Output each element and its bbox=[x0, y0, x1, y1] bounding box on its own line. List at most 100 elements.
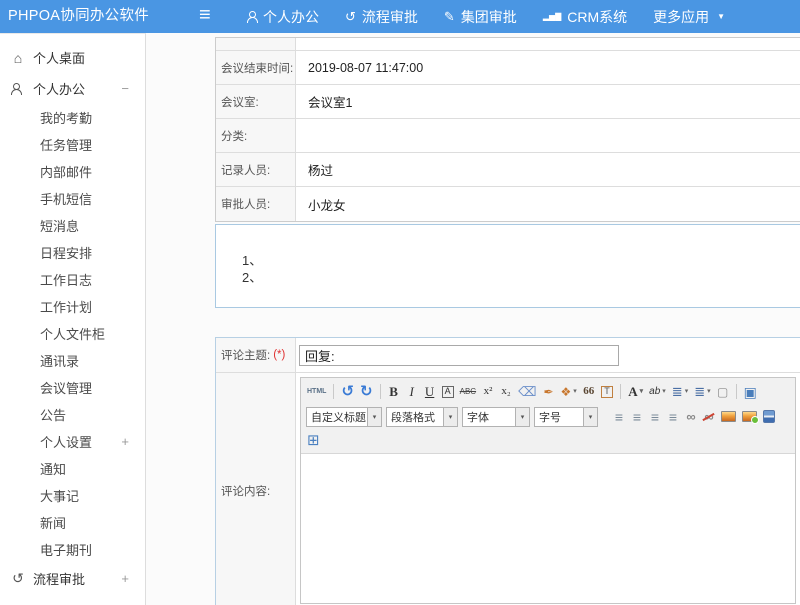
dropdown-caret-icon: ▾ bbox=[367, 408, 381, 426]
editor-undo-button[interactable]: ↺ bbox=[339, 382, 356, 402]
select-value: 字号 bbox=[535, 409, 583, 425]
required-mark: (*) bbox=[273, 349, 285, 361]
form-row: 会议室:会议室1 bbox=[216, 85, 800, 119]
editor-source-code-button[interactable]: HTML bbox=[305, 382, 328, 402]
editor-highlight-pen-button[interactable]: ab▾ bbox=[647, 382, 668, 402]
editor-font-family-select[interactable]: 字体▾ bbox=[462, 407, 530, 427]
sidebar-item-label: 个人办公 bbox=[33, 79, 85, 98]
sidebar-item-work-plan[interactable]: 工作计划 bbox=[0, 293, 145, 320]
editor-custom-heading-select[interactable]: 自定义标题▾ bbox=[306, 407, 382, 427]
editor-insert-media-button[interactable] bbox=[761, 407, 777, 427]
meeting-notes-box[interactable]: 1、2、 bbox=[215, 224, 800, 308]
sidebar-item-label: 新闻 bbox=[40, 513, 66, 532]
sidebar-item-mobile-sms[interactable]: 手机短信 bbox=[0, 185, 145, 212]
editor-color-palette-button[interactable]: ❖▾ bbox=[558, 382, 578, 402]
editor-redo-button[interactable]: ↻ bbox=[358, 382, 375, 402]
paste-template-icon: T bbox=[601, 386, 614, 398]
sidebar-item-short-message[interactable]: 短消息 bbox=[0, 212, 145, 239]
editor-insert-image-button[interactable] bbox=[719, 407, 738, 427]
sidebar-item-label: 我的考勤 bbox=[40, 108, 92, 127]
editor-align-right-button[interactable]: ≡ bbox=[647, 407, 663, 427]
nav-item-personal-office[interactable]: 个人办公 bbox=[233, 0, 332, 33]
editor-content-area[interactable] bbox=[301, 454, 795, 603]
sidebar-item-notification[interactable]: 通知 bbox=[0, 455, 145, 482]
sidebar-item-work-log[interactable]: 工作日志 bbox=[0, 266, 145, 293]
ordered-list-icon: ≣ bbox=[672, 385, 683, 398]
align-center-icon: ≡ bbox=[633, 410, 641, 424]
sidebar-item-major-events[interactable]: 大事记 bbox=[0, 482, 145, 509]
sidebar-item-meeting-management[interactable]: 会议管理 bbox=[0, 374, 145, 401]
editor-align-center-button[interactable]: ≡ bbox=[629, 407, 645, 427]
editor-paragraph-format-select[interactable]: 段落格式▾ bbox=[386, 407, 458, 427]
sidebar-item-personal-settings[interactable]: 个人设置 + bbox=[0, 428, 145, 455]
nav-item-more-apps[interactable]: 更多应用▼ bbox=[640, 0, 738, 33]
sidebar-item-announcement[interactable]: 公告 bbox=[0, 401, 145, 428]
fullscreen-icon: ▣ bbox=[744, 385, 757, 399]
comment-subject-label: 评论主题: (*) bbox=[216, 338, 296, 372]
sidebar-item-e-journal[interactable]: 电子期刊 bbox=[0, 536, 145, 563]
toolbar-separator bbox=[380, 384, 381, 399]
nav-item-group-approval[interactable]: ✎集团审批 bbox=[431, 0, 530, 33]
editor-ordered-list-button[interactable]: ≣▾ bbox=[670, 382, 690, 402]
meeting-detail-table: 会议结束时间:2019-08-07 11:47:00会议室:会议室1分类:记录人… bbox=[215, 37, 800, 222]
editor-justify-button[interactable]: ≡ bbox=[665, 407, 681, 427]
editor-remove-link-button[interactable]: ∞ bbox=[701, 407, 717, 427]
field-value: 杨过 bbox=[296, 153, 800, 186]
sidebar-item-label: 个人设置 bbox=[40, 432, 92, 451]
collapse-icon[interactable]: − bbox=[121, 81, 129, 96]
highlight-pen-icon: ab bbox=[649, 387, 660, 397]
editor-insert-table-button[interactable]: ⊞ bbox=[305, 431, 322, 451]
sidebar-item-personal-office[interactable]: 个人办公 − bbox=[0, 73, 145, 104]
editor-font-border-button[interactable]: A bbox=[440, 382, 456, 402]
sidebar-item-label: 个人桌面 bbox=[33, 48, 85, 67]
font-color-icon: A bbox=[628, 385, 637, 398]
editor-unordered-list-button[interactable]: ≣▾ bbox=[692, 382, 712, 402]
editor-blockquote-button[interactable]: 66 bbox=[581, 382, 597, 402]
editor-new-page-button[interactable]: ▢ bbox=[715, 382, 731, 402]
editor-underline-button[interactable]: U bbox=[422, 382, 438, 402]
editor-font-color-button[interactable]: A▾ bbox=[626, 382, 645, 402]
sidebar-item-internal-mail[interactable]: 内部邮件 bbox=[0, 158, 145, 185]
editor-italic-button[interactable]: I bbox=[404, 382, 420, 402]
sidebar-item-my-attendance[interactable]: 我的考勤 bbox=[0, 104, 145, 131]
editor-bold-button[interactable]: B bbox=[386, 382, 402, 402]
sidebar-item-task-management[interactable]: 任务管理 bbox=[0, 131, 145, 158]
sidebar-item-personal-desktop[interactable]: ⌂个人桌面 bbox=[0, 42, 145, 73]
editor-eraser-button[interactable]: ⌫ bbox=[516, 382, 538, 402]
field-label: 分类: bbox=[216, 119, 296, 152]
select-value: 字体 bbox=[463, 409, 515, 425]
editor-subscript-button[interactable]: x₂ bbox=[498, 382, 514, 402]
editor-paste-template-button[interactable]: T bbox=[599, 382, 616, 402]
editor-fullscreen-button[interactable]: ▣ bbox=[742, 382, 759, 402]
editor-superscript-button[interactable]: x² bbox=[480, 382, 496, 402]
editor-insert-link-button[interactable]: ∞ bbox=[683, 407, 699, 427]
comment-subject-input[interactable] bbox=[299, 345, 619, 366]
sidebar-item-schedule[interactable]: 日程安排 bbox=[0, 239, 145, 266]
align-right-icon: ≡ bbox=[651, 410, 659, 424]
expand-icon[interactable]: + bbox=[121, 434, 129, 449]
nav-item-crm-system[interactable]: ▂▅▇CRM系统 bbox=[530, 0, 640, 33]
sidebar-item-personal-file-cabinet[interactable]: 个人文件柜 bbox=[0, 320, 145, 347]
field-value bbox=[296, 119, 800, 152]
editor-format-brush-button[interactable]: ✒ bbox=[540, 382, 556, 402]
sidebar-item-label: 日程安排 bbox=[40, 243, 92, 262]
unordered-list-icon: ≣ bbox=[694, 385, 705, 398]
sidebar-item-news[interactable]: 新闻 bbox=[0, 509, 145, 536]
nav-item-workflow-approval[interactable]: ↺流程审批 bbox=[332, 0, 431, 33]
comment-subject-row: 评论主题: (*) bbox=[216, 338, 800, 373]
form-row bbox=[216, 38, 800, 51]
sidebar-item-workflow-approval[interactable]: ↺流程审批+ bbox=[0, 563, 145, 594]
header-nav: 个人办公↺流程审批✎集团审批▂▅▇CRM系统更多应用▼ bbox=[233, 0, 738, 33]
editor-font-size-select[interactable]: 字号▾ bbox=[534, 407, 598, 427]
label-text: 评论主题: bbox=[221, 347, 270, 363]
editor-upload-image-button[interactable] bbox=[740, 407, 759, 427]
sidebar-item-label: 短消息 bbox=[40, 216, 79, 235]
sidebar-item-label: 任务管理 bbox=[40, 135, 92, 154]
editor-strikethrough-button[interactable]: ABC bbox=[458, 382, 478, 402]
expand-icon[interactable]: + bbox=[121, 571, 129, 586]
dropdown-caret-icon: ▾ bbox=[640, 388, 644, 395]
editor-align-left-button[interactable]: ≡ bbox=[611, 407, 627, 427]
sidebar-item-contacts[interactable]: 通讯录 bbox=[0, 347, 145, 374]
hamburger-menu-icon[interactable]: ≡ bbox=[199, 0, 211, 33]
dropdown-caret-icon: ▾ bbox=[515, 408, 529, 426]
